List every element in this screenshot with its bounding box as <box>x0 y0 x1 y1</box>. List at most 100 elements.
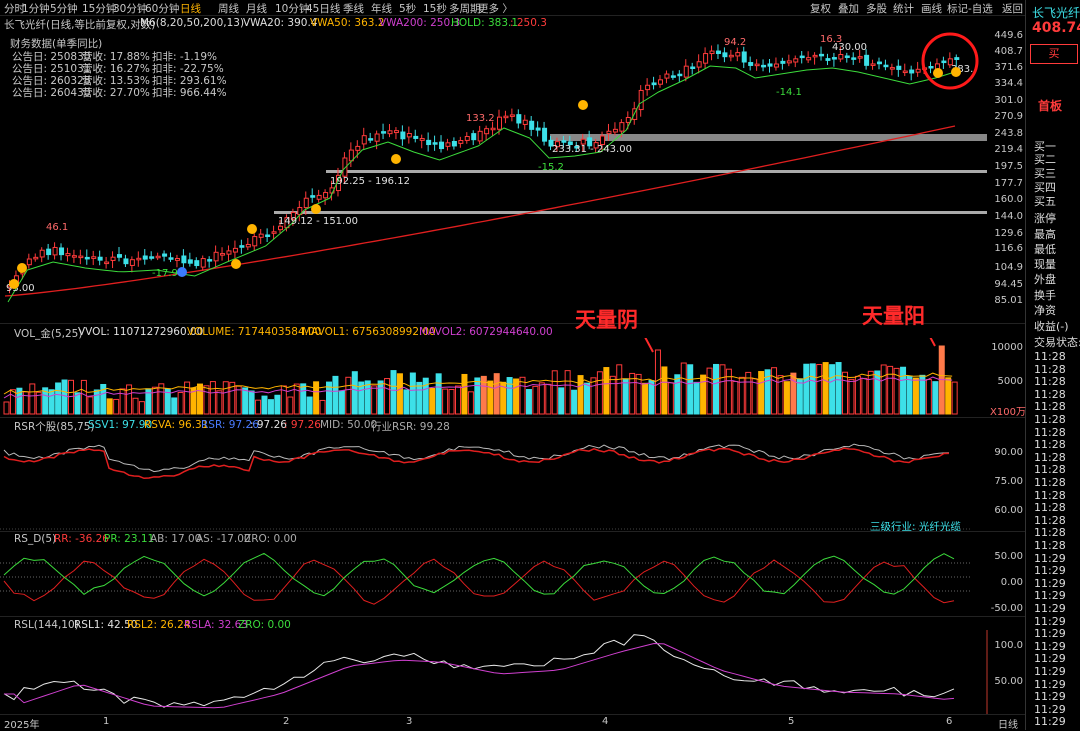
volume-bar <box>474 377 481 415</box>
volume-axis-label: 10000 <box>991 342 1023 353</box>
toolbar-action[interactable]: 统计 <box>893 1 914 16</box>
candle-body <box>245 243 251 248</box>
volume-bar <box>867 370 874 415</box>
period-tab[interactable]: 15分钟 <box>82 1 116 16</box>
quote-field: 外盘 <box>1034 273 1056 286</box>
price-axis-label: 219.4 <box>994 144 1023 155</box>
candle-body <box>142 255 148 260</box>
signal-icon <box>247 224 257 234</box>
candle-body <box>831 57 837 60</box>
date-axis-label: 1 <box>103 716 110 727</box>
rsd-axis-label: 50.00 <box>994 551 1023 562</box>
period-tab[interactable]: 年线 <box>371 1 392 16</box>
toolbar-action[interactable]: -自选 <box>968 1 993 16</box>
volume-bar <box>345 376 352 415</box>
tick-time: 11:28 <box>1034 526 1066 540</box>
period-tab[interactable]: 更多 〉 <box>478 1 513 16</box>
candle-body <box>458 140 464 144</box>
candle-body <box>715 50 721 54</box>
period-tab[interactable]: 45日线 <box>306 1 340 16</box>
volume-bar <box>525 389 532 415</box>
candle-body <box>477 130 483 142</box>
candle-body <box>915 68 921 73</box>
toolbar-action[interactable]: 画线 <box>921 1 942 16</box>
stock-name[interactable]: 长飞光纤 <box>1032 4 1080 21</box>
rsd-axis-label: -50.00 <box>990 603 1023 614</box>
period-tab[interactable]: 周线 <box>218 1 239 16</box>
period-tab[interactable]: 1分钟 <box>22 1 50 16</box>
period-tab[interactable]: 5秒 <box>399 1 416 16</box>
candlestick-chart[interactable]: 46.1-17.9133.2-15.294.2-14.116.3430.0038… <box>0 28 1025 328</box>
period-tab[interactable]: 60分钟 <box>145 1 179 16</box>
last-price: 408.74 <box>1032 20 1080 36</box>
tick-time: 11:29 <box>1034 639 1066 653</box>
rsr-axis-label: 60.00 <box>994 505 1023 516</box>
volume-bar <box>377 380 384 415</box>
candle-body <box>174 258 180 261</box>
volume-bar <box>448 389 455 415</box>
period-tab[interactable]: 30分钟 <box>113 1 147 16</box>
period-tab[interactable]: 15秒 <box>423 1 447 16</box>
tick-time: 11:29 <box>1034 564 1066 578</box>
candle-body <box>509 114 515 117</box>
candle-body <box>761 64 767 68</box>
tick-time: 11:29 <box>1034 677 1066 691</box>
volume-bar <box>55 382 62 415</box>
candle-body <box>876 61 882 65</box>
volume-bar <box>829 364 836 415</box>
volume-bar <box>461 373 468 415</box>
buy-button[interactable]: 买 <box>1030 44 1078 64</box>
candle-body <box>703 53 709 64</box>
ab-value: AB: 17.00 <box>150 533 202 545</box>
candle-body <box>709 50 715 55</box>
support-zone-3 <box>550 134 987 141</box>
volume-bar <box>313 381 320 415</box>
volume-bar <box>854 375 861 415</box>
candle-body <box>496 116 502 130</box>
date-axis-label: 5 <box>788 716 795 727</box>
candle-body <box>104 261 110 265</box>
tick-time: 11:29 <box>1034 589 1066 603</box>
candle-body <box>677 73 683 77</box>
period-tab[interactable]: 5分钟 <box>50 1 78 16</box>
candle-body <box>26 258 32 266</box>
candle-body <box>670 75 676 78</box>
period-tab[interactable]: 月线 <box>246 1 267 16</box>
period-tab[interactable]: 10分钟 <box>275 1 309 16</box>
volume-chart[interactable]: 减榜停财 <box>0 338 1025 418</box>
period-tab[interactable]: 日线 <box>180 1 201 16</box>
candle-body <box>387 130 393 135</box>
volume-bar <box>900 366 907 415</box>
tick-time: 11:29 <box>1034 576 1066 590</box>
tick-time: 11:28 <box>1034 362 1066 376</box>
candle-body <box>271 231 277 234</box>
period-tab[interactable]: 多周期 <box>449 1 481 16</box>
rsr-chart[interactable] <box>0 430 1025 530</box>
toolbar-action[interactable]: 返回 <box>1002 1 1023 16</box>
volume-bar <box>93 389 100 415</box>
candle-body <box>200 258 206 268</box>
period-toolbar: 分时 1分钟 5分钟 15分钟 30分钟 60分钟 日线 周线 月线 10分钟 45日线 季线 年线 5秒… <box>0 0 1025 16</box>
volume-bar <box>242 387 249 415</box>
toolbar-action[interactable]: 叠加 <box>838 1 859 16</box>
candle-body <box>445 142 451 147</box>
volume-bar <box>222 381 229 415</box>
toolbar-action[interactable]: 标记 <box>947 1 968 16</box>
candle-body <box>690 66 696 69</box>
candle-body <box>220 253 226 256</box>
rsl-chart[interactable] <box>0 630 1025 715</box>
volume-bar <box>693 381 700 415</box>
rsr-axis-label: 75.00 <box>994 476 1023 487</box>
volume-bar <box>435 373 442 415</box>
volume-bar <box>667 382 674 415</box>
toolbar-action[interactable]: 复权 <box>810 1 831 16</box>
candle-body <box>155 255 161 259</box>
volume-bar <box>442 388 449 415</box>
volume-bar <box>629 372 636 415</box>
volume-bar <box>390 370 397 415</box>
period-tab[interactable]: 季线 <box>343 1 364 16</box>
candle-body <box>941 60 947 64</box>
toolbar-action[interactable]: 多股 <box>866 1 887 16</box>
candle-body <box>239 245 245 248</box>
rsd-chart[interactable] <box>0 545 1025 615</box>
